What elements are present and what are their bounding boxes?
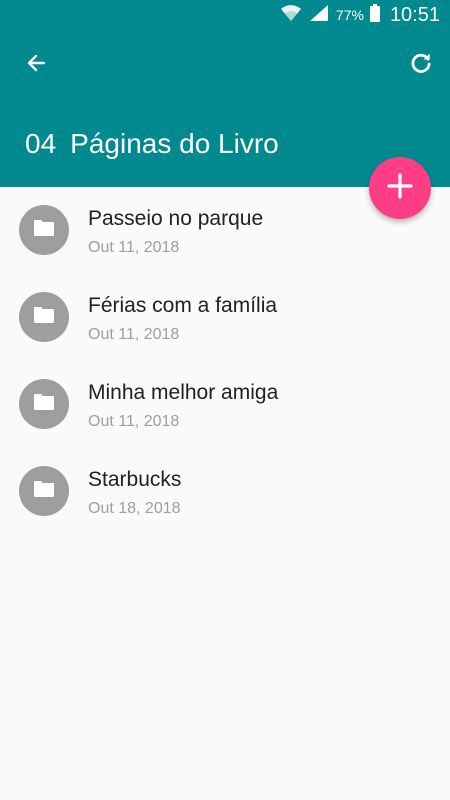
refresh-icon [408,50,434,81]
page-title: 04 Páginas do Livro [25,128,279,160]
item-title: Starbucks [88,468,182,491]
battery-percent: 77% [335,7,364,23]
avatar [19,466,69,516]
page-number: 04 [25,128,57,159]
page-list: Passeio no parque Out 11, 2018 Férias co… [0,187,450,535]
folder-icon [33,306,55,329]
item-title: Minha melhor amiga [88,381,279,404]
add-button[interactable] [369,157,431,219]
clock: 10:51 [389,3,440,26]
item-date: Out 11, 2018 [88,239,180,256]
arrow-left-icon [24,51,48,80]
back-button[interactable] [18,52,54,78]
signal-icon [308,4,330,27]
item-title: Férias com a família [88,294,278,317]
avatar [19,292,69,342]
avatar [19,379,69,429]
item-date: Out 11, 2018 [88,413,180,430]
battery-icon [369,3,380,27]
list-item[interactable]: Starbucks Out 18, 2018 [0,448,450,535]
item-date: Out 11, 2018 [88,326,180,343]
page-title-text: Páginas do Livro [70,128,279,159]
list-item[interactable]: Minha melhor amiga Out 11, 2018 [0,361,450,448]
refresh-button[interactable] [406,50,436,80]
item-date: Out 18, 2018 [88,500,181,517]
wifi-icon [280,4,302,27]
item-title: Passeio no parque [88,207,264,230]
folder-icon [33,393,55,416]
folder-icon [33,480,55,503]
status-bar: 77% 10:51 [0,0,450,30]
avatar [19,205,69,255]
folder-icon [33,219,55,242]
list-item[interactable]: Férias com a família Out 11, 2018 [0,274,450,361]
plus-icon [387,172,413,204]
